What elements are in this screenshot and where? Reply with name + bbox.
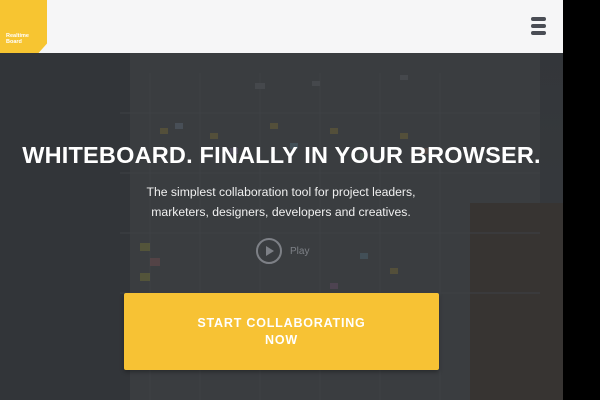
hamburger-menu-icon[interactable]	[529, 16, 549, 36]
logo-text: Realtime Board	[6, 33, 29, 45]
top-header: Realtime Board	[0, 0, 563, 53]
play-label: Play	[290, 245, 310, 257]
hero-headline: WHITEBOARD. FINALLY IN YOUR BROWSER.	[22, 142, 541, 168]
play-icon	[256, 238, 282, 264]
menu-bar	[531, 24, 546, 28]
hero-subtitle: The simplest collaboration tool for proj…	[146, 185, 416, 219]
menu-bar	[531, 17, 546, 21]
menu-bar	[531, 31, 546, 35]
start-collaborating-button[interactable]: START COLLABORATING NOW	[124, 293, 439, 370]
page: Realtime Board WHITEBOARD. FINALLY IN YO…	[0, 0, 563, 400]
logo[interactable]: Realtime Board	[0, 0, 47, 53]
right-edge-strip	[563, 0, 600, 400]
play-video-button[interactable]: Play	[256, 238, 309, 264]
cta-label: START COLLABORATING NOW	[197, 315, 366, 347]
